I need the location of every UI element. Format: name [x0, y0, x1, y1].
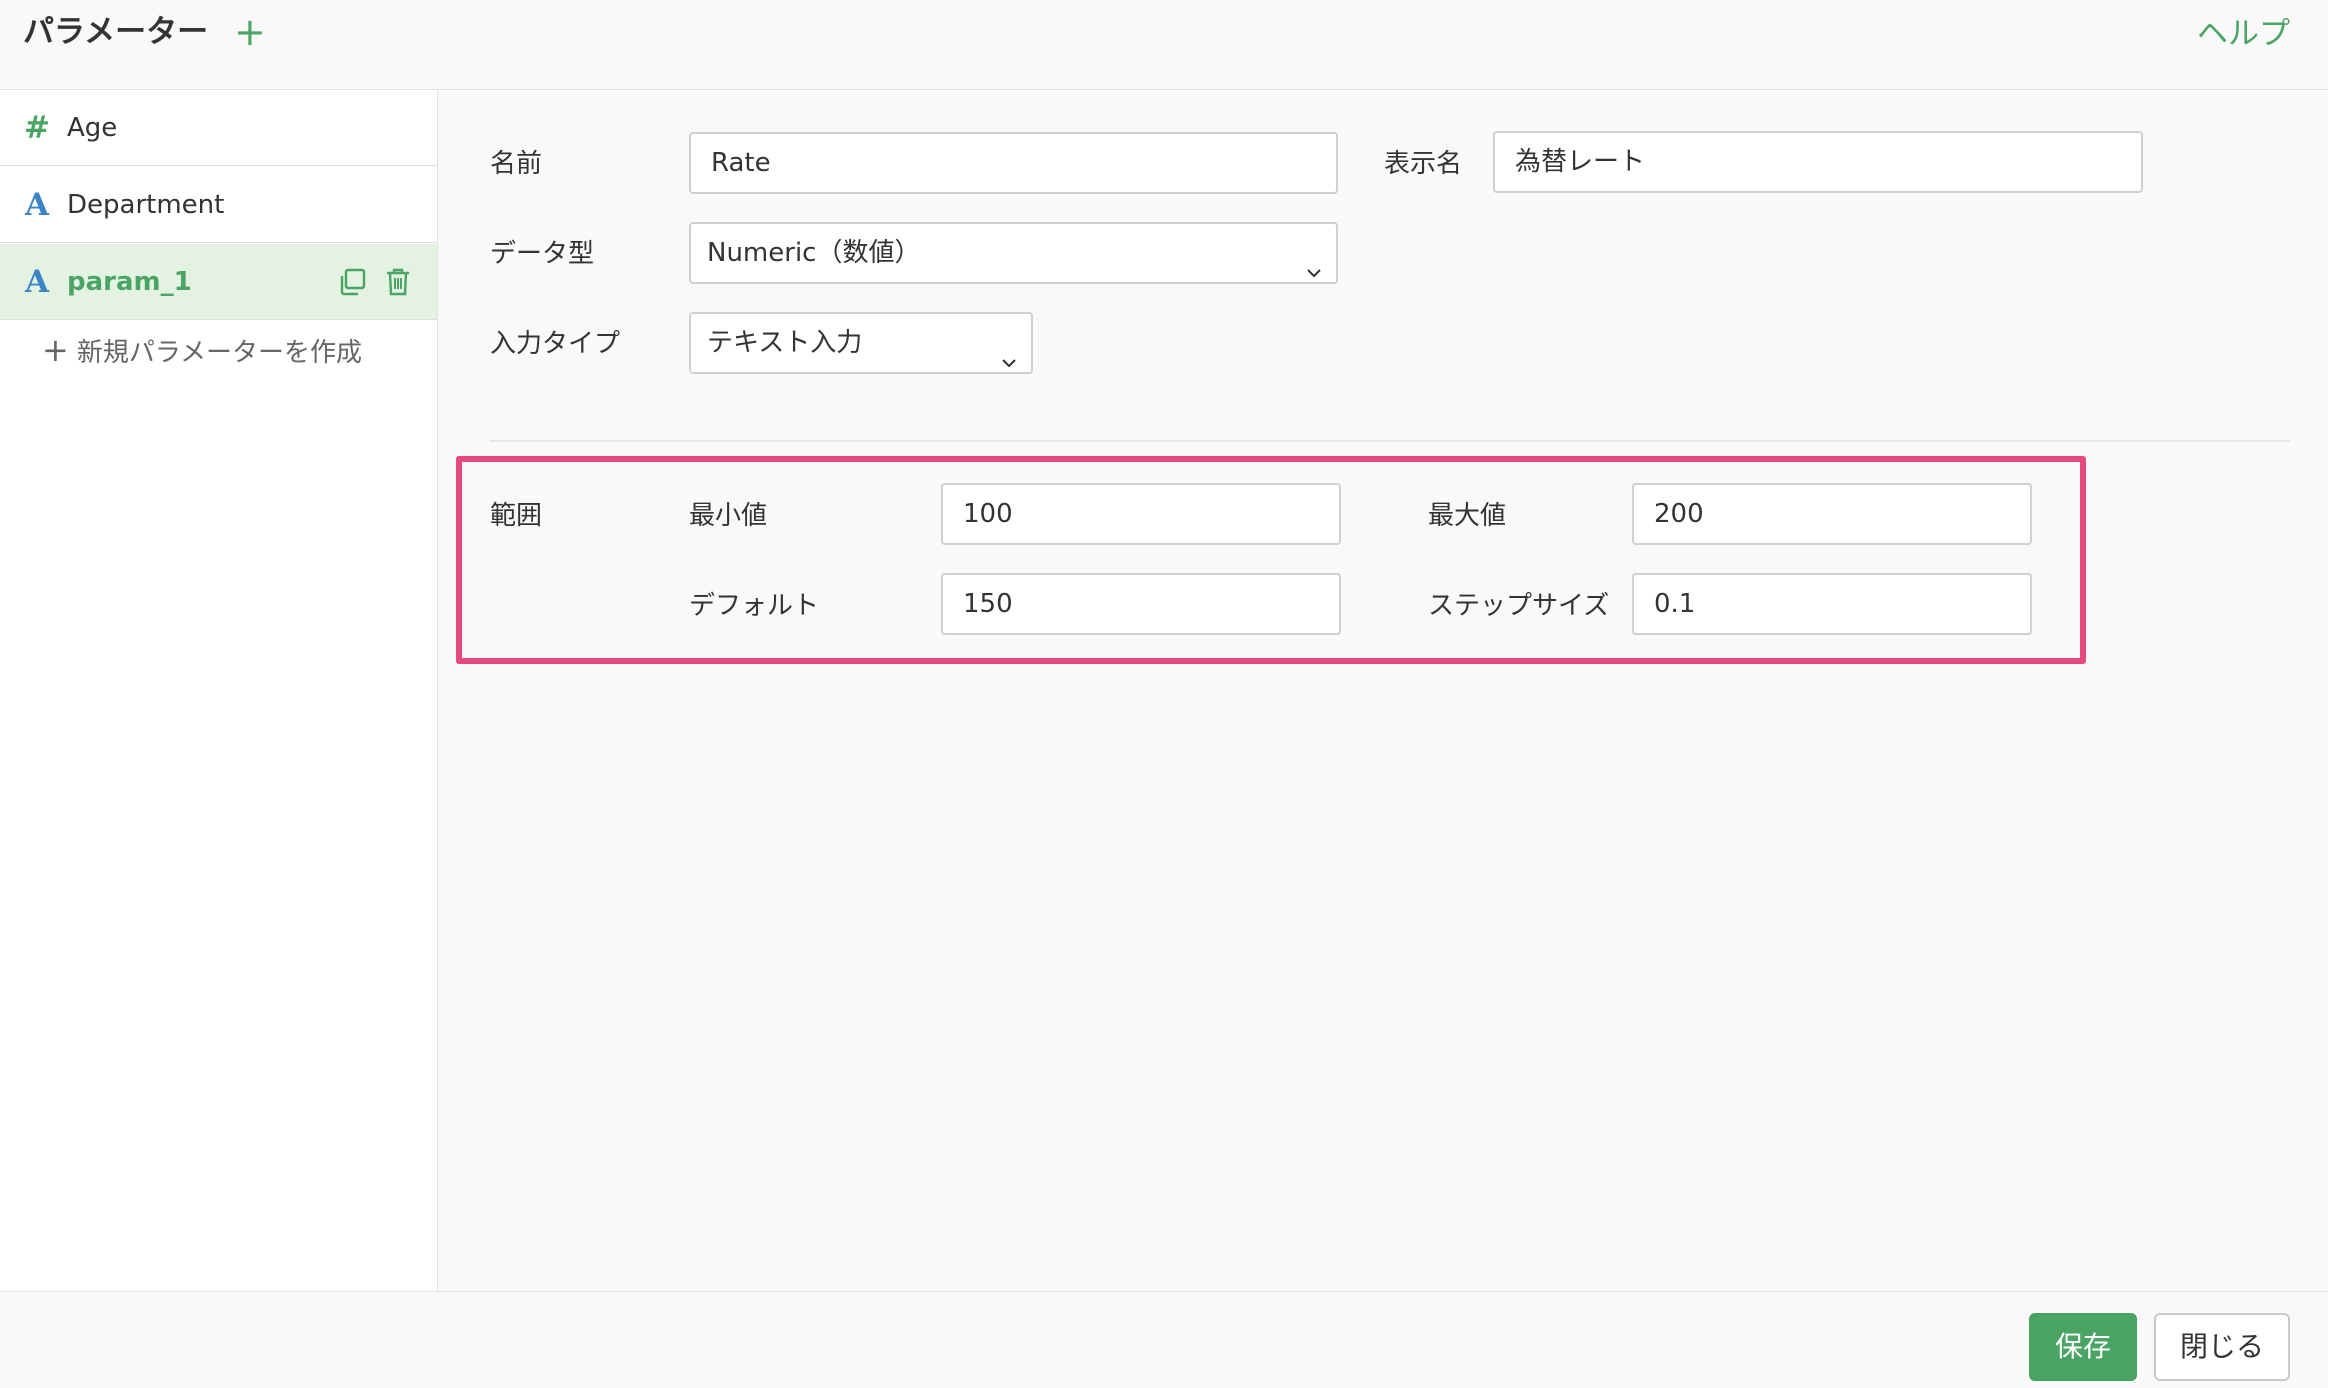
- string-type-icon: A: [24, 187, 50, 223]
- sidebar-item-department[interactable]: A Department: [0, 167, 437, 243]
- sidebar-item-label: Age: [67, 113, 118, 143]
- min-value-input[interactable]: 100: [941, 483, 1341, 545]
- plus-icon: +: [42, 331, 69, 369]
- duplicate-icon[interactable]: [337, 267, 367, 297]
- step-size-input[interactable]: 0.1: [1632, 573, 2032, 635]
- chevron-down-icon: [1001, 334, 1017, 368]
- footer-bar: 保存 閉じる: [0, 1291, 2328, 1388]
- data-type-label: データ型: [490, 239, 595, 269]
- section-divider: [490, 440, 2290, 442]
- page-title: パラメーター: [23, 14, 209, 50]
- display-name-input[interactable]: 為替レート: [1493, 131, 2143, 193]
- number-type-icon: #: [24, 110, 50, 146]
- default-value-label: デフォルト: [689, 591, 820, 621]
- parameter-sidebar: # Age A Department A param_1 + 新規パラメーターを作…: [0, 90, 438, 1291]
- help-link[interactable]: ヘルプ: [2197, 14, 2290, 54]
- name-label: 名前: [490, 149, 543, 179]
- max-value-label: 最大値: [1428, 501, 1507, 531]
- input-type-select[interactable]: テキスト入力: [689, 312, 1033, 374]
- min-value-label: 最小値: [689, 501, 768, 531]
- string-type-icon: A: [24, 264, 50, 300]
- range-label: 範囲: [490, 501, 543, 531]
- sidebar-item-age[interactable]: # Age: [0, 90, 437, 166]
- data-type-select[interactable]: Numeric（数値）: [689, 222, 1338, 284]
- close-button[interactable]: 閉じる: [2154, 1313, 2290, 1381]
- new-parameter-link[interactable]: + 新規パラメーターを作成: [42, 332, 362, 371]
- input-type-value: テキスト入力: [707, 328, 863, 358]
- chevron-down-icon: [1306, 244, 1322, 278]
- add-parameter-icon[interactable]: +: [234, 10, 266, 54]
- display-name-label: 表示名: [1384, 149, 1463, 179]
- trash-icon[interactable]: [383, 267, 413, 297]
- sidebar-item-label: Department: [67, 190, 225, 220]
- save-button[interactable]: 保存: [2029, 1313, 2137, 1381]
- step-size-label: ステップサイズ: [1428, 591, 1610, 621]
- header-bar: パラメーター + ヘルプ: [0, 0, 2328, 90]
- sidebar-item-param-1[interactable]: A param_1: [0, 244, 437, 320]
- default-value-input[interactable]: 150: [941, 573, 1341, 635]
- data-type-value: Numeric（数値）: [707, 238, 921, 268]
- input-type-label: 入力タイプ: [490, 329, 621, 359]
- max-value-input[interactable]: 200: [1632, 483, 2032, 545]
- new-parameter-label: 新規パラメーターを作成: [76, 338, 363, 368]
- sidebar-item-label: param_1: [67, 267, 192, 297]
- name-input[interactable]: Rate: [689, 132, 1338, 194]
